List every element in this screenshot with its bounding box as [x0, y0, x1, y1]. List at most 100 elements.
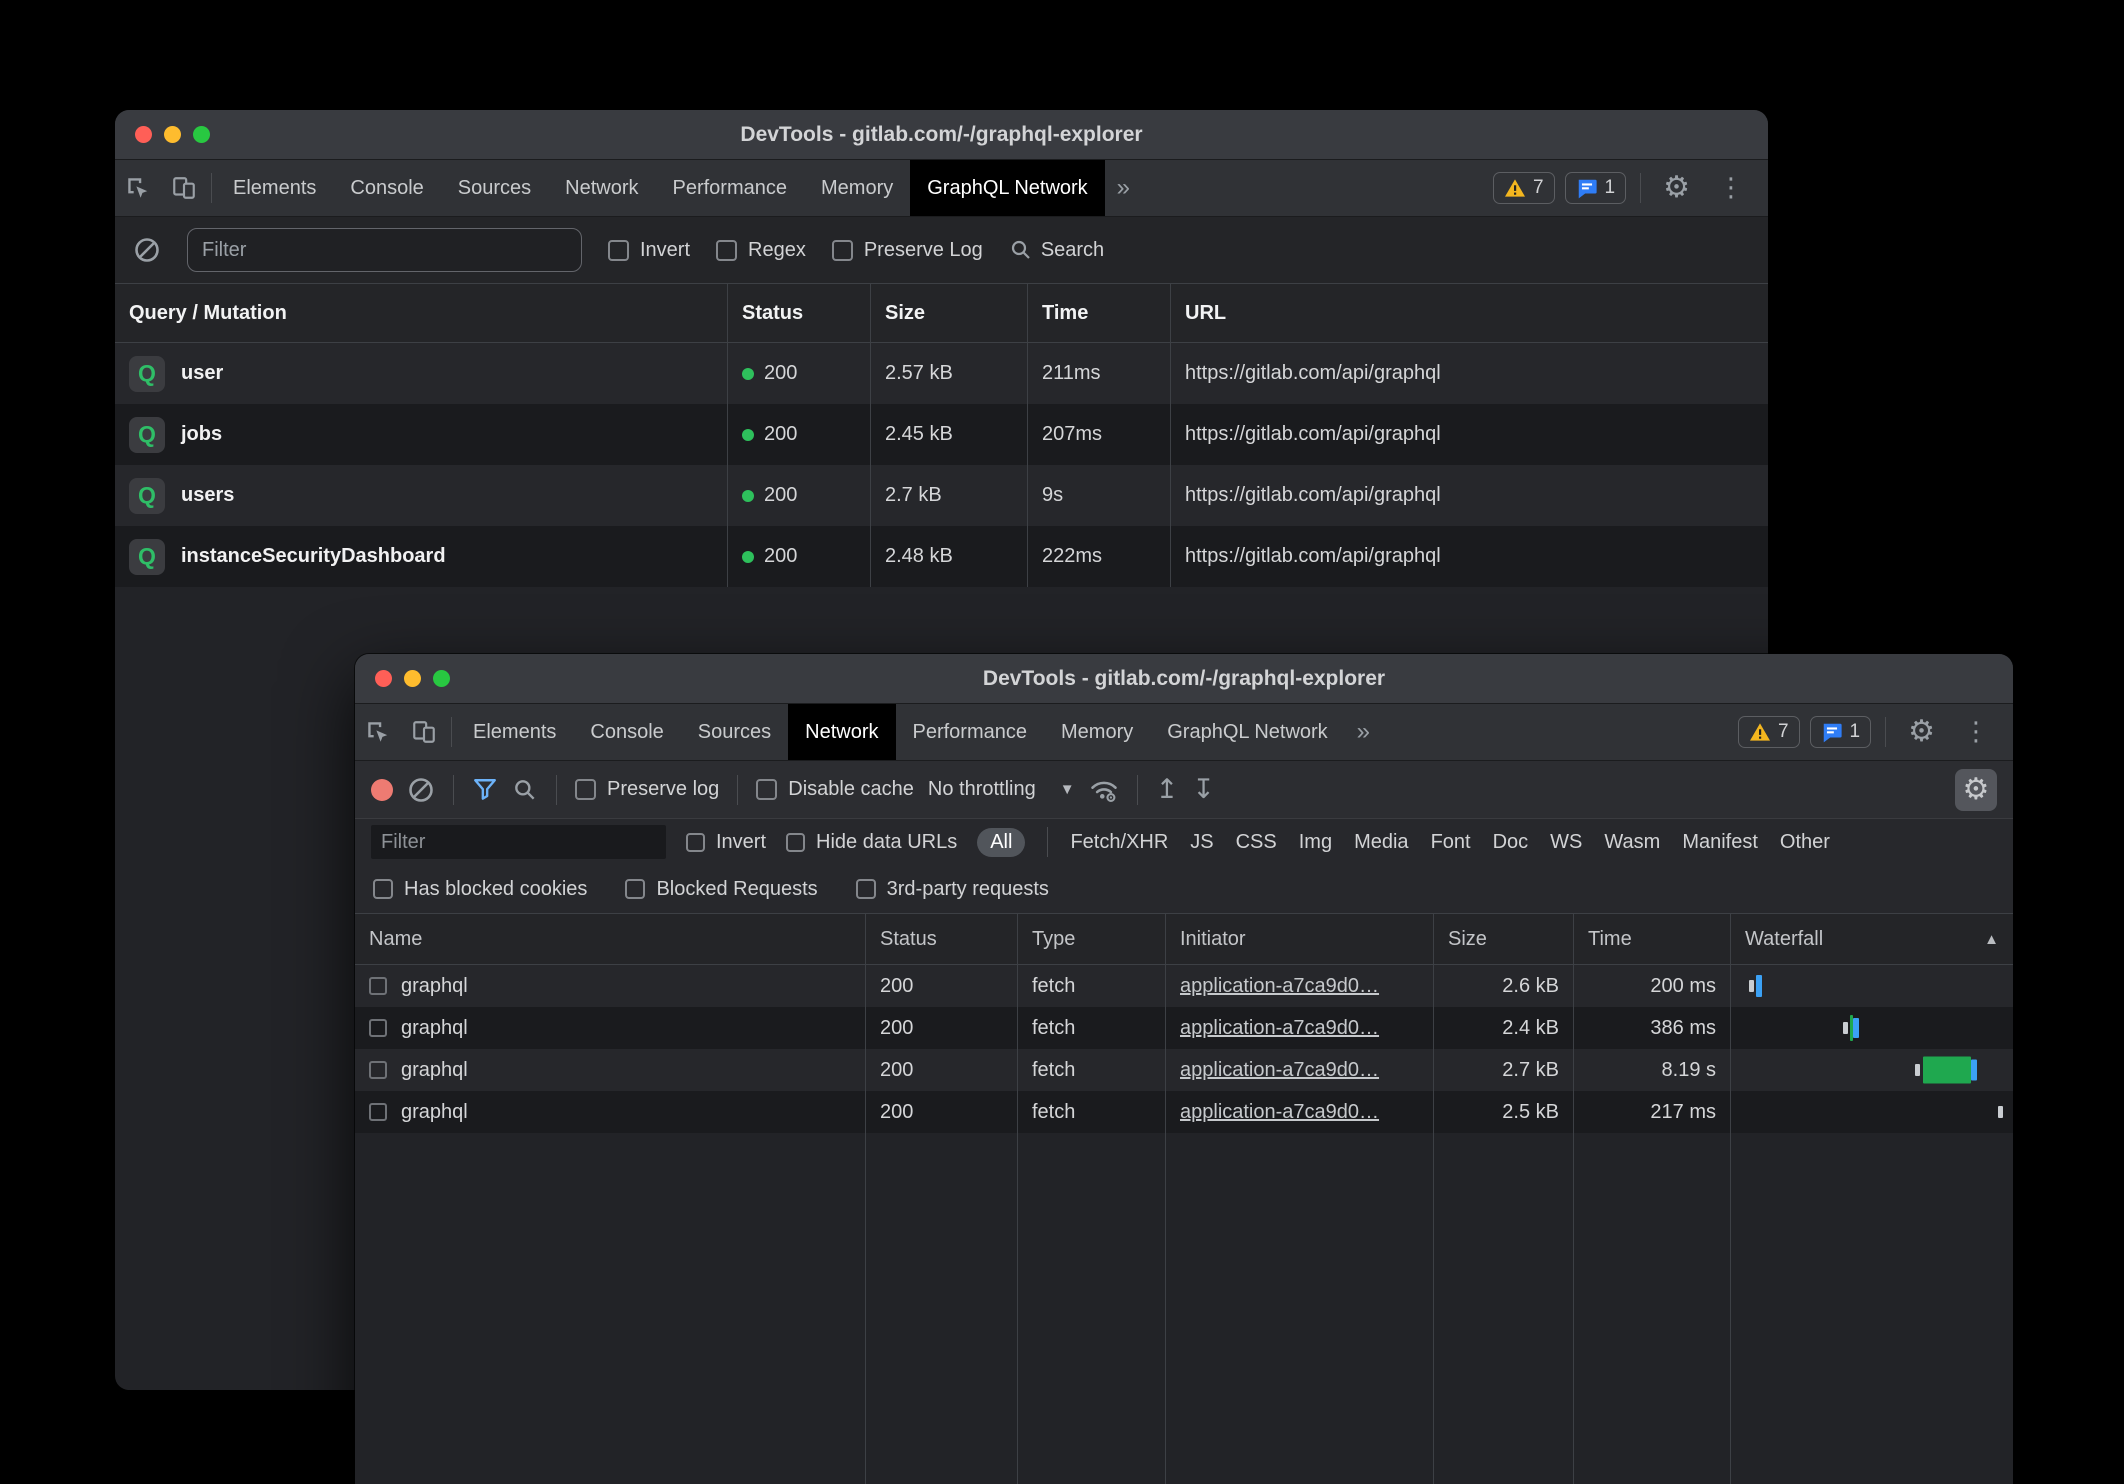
column-header-size[interactable]: Size — [1433, 914, 1573, 964]
settings-gear-icon[interactable]: ⚙ — [1655, 173, 1698, 203]
inspect-element-icon[interactable] — [115, 160, 161, 216]
tab-elements[interactable]: Elements — [456, 704, 573, 760]
initiator-link[interactable]: application-a7ca9d0… — [1180, 1059, 1379, 1082]
issues-badge[interactable]: 1 — [1565, 172, 1627, 204]
column-header-waterfall[interactable]: Waterfall ▲ — [1730, 914, 2013, 964]
tab-performance[interactable]: Performance — [896, 704, 1045, 760]
record-network-log-button[interactable] — [371, 779, 393, 801]
tab-memory[interactable]: Memory — [804, 160, 910, 216]
kebab-menu-icon[interactable]: ⋮ — [1953, 717, 1999, 747]
column-header-initiator[interactable]: Initiator — [1165, 914, 1433, 964]
clear-network-log-icon[interactable] — [407, 776, 435, 804]
block-requests-icon[interactable] — [133, 236, 161, 264]
regex-checkbox-group[interactable]: Regex — [716, 239, 806, 262]
device-toolbar-icon[interactable] — [401, 704, 447, 760]
row-checkbox[interactable] — [369, 977, 387, 995]
blocked-requests-checkbox[interactable] — [625, 879, 645, 899]
tab-sources[interactable]: Sources — [681, 704, 788, 760]
more-tabs-chevron[interactable]: » — [1105, 160, 1142, 216]
tab-performance[interactable]: Performance — [656, 160, 805, 216]
chip-img[interactable]: Img — [1299, 831, 1332, 854]
tab-graphql-network[interactable]: GraphQL Network — [1150, 704, 1344, 760]
preserve-log-checkbox[interactable] — [832, 240, 853, 261]
has-blocked-cookies-checkbox-group[interactable]: Has blocked cookies — [373, 878, 587, 901]
third-party-requests-checkbox[interactable] — [856, 879, 876, 899]
initiator-link[interactable]: application-a7ca9d0… — [1180, 1101, 1379, 1124]
network-conditions-icon[interactable] — [1089, 776, 1119, 804]
blocked-requests-checkbox-group[interactable]: Blocked Requests — [625, 878, 817, 901]
initiator-link[interactable]: application-a7ca9d0… — [1180, 975, 1379, 998]
preserve-log-checkbox[interactable] — [575, 779, 596, 800]
tab-network[interactable]: Network — [548, 160, 655, 216]
table-row[interactable]: graphql 200 fetch application-a7ca9d0… 2… — [355, 965, 2013, 1007]
tab-console[interactable]: Console — [333, 160, 440, 216]
warnings-badge[interactable]: 7 — [1493, 172, 1555, 204]
column-header-time[interactable]: Time — [1027, 284, 1170, 342]
close-window-button[interactable] — [135, 126, 152, 143]
column-header-query-mutation[interactable]: Query / Mutation — [115, 284, 727, 342]
waterfall-cell[interactable] — [1730, 1091, 2013, 1133]
regex-checkbox[interactable] — [716, 240, 737, 261]
table-row[interactable]: Quser 200 2.57 kB 211ms https://gitlab.c… — [115, 343, 1768, 404]
search-group[interactable]: Search — [1009, 238, 1104, 262]
table-row[interactable]: Qjobs 200 2.45 kB 207ms https://gitlab.c… — [115, 404, 1768, 465]
chip-doc[interactable]: Doc — [1493, 831, 1529, 854]
third-party-requests-checkbox-group[interactable]: 3rd-party requests — [856, 878, 1049, 901]
preserve-log-checkbox-group[interactable]: Preserve Log — [832, 239, 983, 262]
minimize-window-button[interactable] — [164, 126, 181, 143]
column-header-name[interactable]: Name — [355, 914, 865, 964]
invert-checkbox-group[interactable]: Invert — [686, 831, 766, 854]
search-icon[interactable] — [512, 777, 538, 803]
table-row[interactable]: graphql 200 fetch application-a7ca9d0… 2… — [355, 1049, 2013, 1091]
export-har-icon[interactable]: ↧ — [1192, 774, 1215, 805]
device-toolbar-icon[interactable] — [161, 160, 207, 216]
network-settings-button[interactable]: ⚙ — [1955, 769, 1997, 811]
chip-media[interactable]: Media — [1354, 831, 1408, 854]
chip-manifest[interactable]: Manifest — [1682, 831, 1758, 854]
settings-gear-icon[interactable]: ⚙ — [1900, 717, 1943, 747]
disable-cache-checkbox-group[interactable]: Disable cache — [756, 778, 914, 801]
kebab-menu-icon[interactable]: ⋮ — [1708, 173, 1754, 203]
hide-data-urls-checkbox-group[interactable]: Hide data URLs — [786, 831, 957, 854]
table-row[interactable]: graphql 200 fetch application-a7ca9d0… 2… — [355, 1007, 2013, 1049]
filter-input[interactable] — [187, 228, 582, 272]
tab-network[interactable]: Network — [788, 704, 895, 760]
close-window-button[interactable] — [375, 670, 392, 687]
minimize-window-button[interactable] — [404, 670, 421, 687]
chip-css[interactable]: CSS — [1236, 831, 1277, 854]
tab-elements[interactable]: Elements — [216, 160, 333, 216]
tab-console[interactable]: Console — [573, 704, 680, 760]
more-tabs-chevron[interactable]: » — [1345, 704, 1382, 760]
column-header-status[interactable]: Status — [727, 284, 870, 342]
chip-fetch-xhr[interactable]: Fetch/XHR — [1070, 831, 1168, 854]
warnings-badge[interactable]: 7 — [1738, 716, 1800, 748]
column-header-url[interactable]: URL — [1170, 284, 1768, 342]
initiator-link[interactable]: application-a7ca9d0… — [1180, 1017, 1379, 1040]
chip-wasm[interactable]: Wasm — [1604, 831, 1660, 854]
column-header-status[interactable]: Status — [865, 914, 1017, 964]
network-filter-input[interactable] — [371, 825, 666, 859]
chip-font[interactable]: Font — [1431, 831, 1471, 854]
has-blocked-cookies-checkbox[interactable] — [373, 879, 393, 899]
titlebar[interactable]: DevTools - gitlab.com/-/graphql-explorer — [355, 654, 2013, 704]
column-header-size[interactable]: Size — [870, 284, 1027, 342]
hide-data-urls-checkbox[interactable] — [786, 833, 805, 852]
column-header-time[interactable]: Time — [1573, 914, 1730, 964]
column-header-type[interactable]: Type — [1017, 914, 1165, 964]
invert-checkbox[interactable] — [686, 833, 705, 852]
inspect-element-icon[interactable] — [355, 704, 401, 760]
chip-all[interactable]: All — [977, 828, 1025, 857]
row-checkbox[interactable] — [369, 1061, 387, 1079]
waterfall-cell[interactable] — [1730, 965, 2013, 1007]
tab-memory[interactable]: Memory — [1044, 704, 1150, 760]
filter-funnel-icon[interactable] — [472, 777, 498, 803]
chip-js[interactable]: JS — [1190, 831, 1213, 854]
row-checkbox[interactable] — [369, 1019, 387, 1037]
table-row[interactable]: graphql 200 fetch application-a7ca9d0… 2… — [355, 1091, 2013, 1133]
preserve-log-checkbox-group[interactable]: Preserve log — [575, 778, 719, 801]
table-row[interactable]: QinstanceSecurityDashboard 200 2.48 kB 2… — [115, 526, 1768, 587]
disable-cache-checkbox[interactable] — [756, 779, 777, 800]
waterfall-cell[interactable] — [1730, 1007, 2013, 1049]
waterfall-cell[interactable] — [1730, 1049, 2013, 1091]
issues-badge[interactable]: 1 — [1810, 716, 1872, 748]
